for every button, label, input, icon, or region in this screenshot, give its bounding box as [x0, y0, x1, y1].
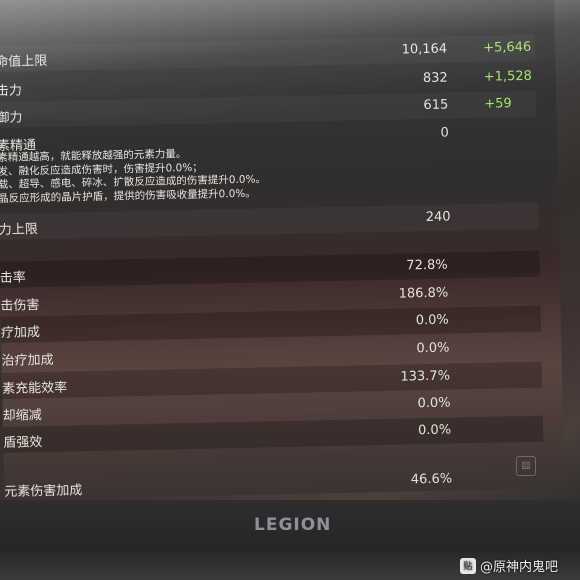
stat-value: 0.0%: [417, 395, 451, 412]
stat-value: 133.7%: [400, 368, 451, 385]
watermark: 贴 @原神内鬼吧: [460, 556, 558, 575]
stat-bonus: +5,646: [482, 39, 532, 56]
stat-label: 击率: [0, 270, 26, 286]
stat-value: 832: [422, 70, 448, 87]
stat-label: 素充能效率: [2, 380, 68, 397]
stat-value: 240: [425, 209, 451, 226]
stat-value: 10,164: [401, 41, 448, 58]
stat-label: 命值上限: [0, 53, 48, 70]
side-panel-icon[interactable]: ⚄: [516, 456, 536, 476]
stat-label: 力上限: [0, 222, 38, 238]
watermark-logo-icon: 贴: [460, 557, 476, 574]
mastery-description: 素精通越高，就能释放越强的元素力量。 发、融化反应造成伤害时，伤害提升0.0%；…: [0, 146, 266, 206]
stat-value: 0: [440, 125, 450, 141]
stat-label: 元素伤害加成: [4, 483, 83, 500]
watermark-text: @原神内鬼吧: [480, 560, 559, 575]
stat-label: 御力: [0, 110, 23, 126]
stat-value: 186.8%: [398, 285, 449, 302]
stat-value: 0.0%: [416, 340, 450, 357]
stat-label: 疗加成: [0, 325, 41, 341]
stat-value: 46.6%: [410, 471, 453, 488]
stat-value: 615: [423, 97, 449, 114]
monitor-screen: 命值上限 10,164 +5,646 击力 832 +1,528 御力 615 …: [0, 0, 565, 500]
stat-label: 击力: [0, 83, 23, 99]
stat-bonus: +59: [484, 96, 512, 112]
stat-value: 0.0%: [417, 422, 452, 439]
stat-value: 72.8%: [406, 257, 448, 274]
device-brand-logo: LEGION: [254, 515, 332, 535]
stat-value: 0.0%: [415, 312, 449, 329]
stat-bonus: +1,528: [483, 68, 532, 85]
stat-label: 却缩减: [2, 408, 42, 424]
stat-label: 治疗加成: [1, 352, 54, 369]
stat-label: 击伤害: [0, 298, 40, 314]
stat-row-max-stamina: 力上限 240: [0, 202, 539, 240]
stat-label: 盾强效: [3, 435, 43, 451]
